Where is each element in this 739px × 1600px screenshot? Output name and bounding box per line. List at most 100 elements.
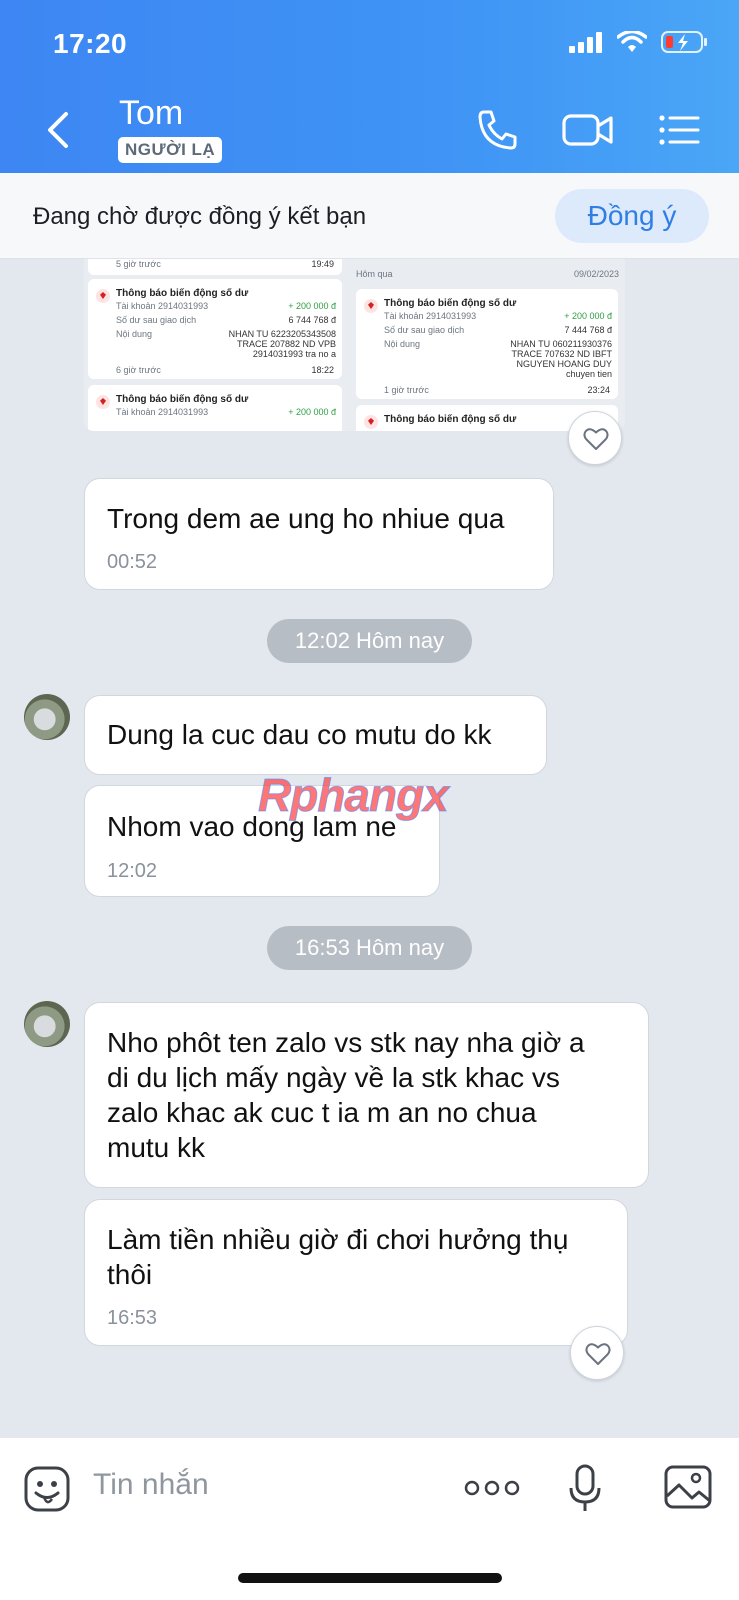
react-heart-button[interactable]: [570, 1326, 624, 1380]
message-bubble[interactable]: Làm tiền nhiều giờ đi chơi hưởng thụ thô…: [84, 1199, 628, 1346]
tx-account-row: Tài khoản 2914031993 + 200 000 đ: [116, 407, 336, 417]
microphone-icon: [569, 1464, 601, 1511]
tx-content-line: chuyen tien: [565, 369, 612, 379]
tx-account-row: Tài khoản 2914031993 + 200 000 đ: [116, 301, 336, 311]
video-call-button[interactable]: [560, 106, 616, 154]
message-bubble[interactable]: Trong dem ae ung ho nhiue qua 00:52: [84, 478, 554, 590]
tx-card-top: 5 giờ trước 19:49: [88, 259, 342, 275]
tx-card: Thông báo biến động số dư Tài khoản 2914…: [88, 385, 342, 431]
message-line: zalo khac ak cuc t ia m an no chua: [107, 1097, 537, 1128]
message-line: Nho phôt ten zalo vs stk nay nha giờ a: [107, 1027, 585, 1058]
message-time: 00:52: [107, 551, 158, 573]
voice-call-button[interactable]: [474, 106, 522, 154]
tx-amount: + 200 000 đ: [288, 301, 336, 311]
tx-content-line: TRACE 707632 ND IBFT: [511, 349, 612, 359]
more-dots-icon: [464, 1480, 520, 1496]
tx-content-label: Nội dung: [116, 329, 153, 339]
date-separator: 16:53 Hôm nay: [267, 926, 472, 970]
tx-time: 19:49: [311, 259, 334, 269]
photo-button[interactable]: [664, 1464, 712, 1510]
tx-account: Tài khoản 2914031993: [116, 407, 209, 417]
tx-column-right: Hôm qua 09/02/2023 Thông báo biến động s…: [352, 259, 625, 431]
tx-account: Tài khoản 2914031993: [384, 311, 477, 321]
tx-balance: 6 744 768 đ: [288, 315, 336, 325]
tx-balance: 7 444 768 đ: [564, 325, 612, 335]
date-separator: 12:02 Hôm nay: [267, 619, 472, 663]
chevron-left-icon: [48, 112, 68, 148]
tx-content-line: TRACE 207882 ND VPB: [236, 339, 336, 349]
tx-time-ago: 6 giờ trước: [116, 365, 161, 375]
message-time: 12:02: [107, 860, 158, 882]
tx-content-label: Nội dung: [384, 339, 421, 349]
tx-date-label: Hôm qua: [356, 269, 393, 279]
tx-balance-row: Số dư sau giao dịch 6 744 768 đ: [116, 315, 336, 325]
tx-content-line: NHAN TU 6223205343508: [228, 329, 336, 339]
react-heart-button[interactable]: [568, 411, 622, 465]
emoji-icon: [24, 1466, 70, 1512]
tx-time-ago: 5 giờ trước: [116, 259, 161, 269]
sticker-button[interactable]: [24, 1466, 70, 1512]
message-input[interactable]: Tin nhắn: [93, 1468, 209, 1502]
message-text: Dung la cuc dau co mutu do kk: [107, 719, 492, 750]
tx-column-left: 5 giờ trước 19:49 Thông báo biến động số…: [84, 259, 346, 431]
tx-title: Thông báo biến động số dư: [384, 298, 517, 309]
status-icons: [569, 30, 709, 54]
tx-amount: + 200 000 đ: [564, 311, 612, 321]
tx-account: Tài khoản 2914031993: [116, 301, 209, 311]
message-time: 16:53: [107, 1307, 158, 1329]
pending-request-text: Đang chờ được đồng ý kết bạn: [33, 203, 367, 230]
chat-header: 17:20 Tom NGƯỜI LẠ: [0, 0, 739, 173]
tx-time: 18:22: [311, 365, 334, 375]
tx-balance-row: Số dư sau giao dịch 7 444 768 đ: [384, 325, 612, 335]
friend-request-bar: Đang chờ được đồng ý kết bạn Đồng ý: [0, 173, 739, 259]
video-camera-icon: [562, 114, 613, 146]
tx-content-line: NHAN TU 060211930376: [510, 339, 612, 349]
tx-title: Thông báo biến động số dư: [116, 288, 249, 299]
bank-logo-icon: [364, 299, 378, 313]
tx-content-row: Nội dung NHAN TU 6223205343508 TRACE 207…: [116, 329, 336, 359]
tx-content-line: NGUYEN HOANG DUY: [516, 359, 612, 369]
tx-account-row: Tài khoản 2914031993 + 200 000 đ: [384, 311, 612, 321]
stranger-badge: NGƯỜI LẠ: [118, 137, 223, 163]
chat-options-button[interactable]: [656, 106, 704, 154]
image-icon: [664, 1465, 712, 1509]
tx-title: Thông báo biến động số dư: [384, 414, 517, 425]
message-text: Trong dem ae ung ho nhiue qua: [107, 503, 505, 534]
tx-card: Thông báo biến động số dư Tài khoản 2914…: [356, 289, 618, 399]
message-bubble[interactable]: Nho phôt ten zalo vs stk nay nha giờ a d…: [84, 1002, 649, 1188]
more-options-button[interactable]: [464, 1476, 520, 1500]
tx-content: NHAN TU 6223205343508 TRACE 207882 ND VP…: [229, 329, 336, 359]
watermark-logo: Rphangx: [258, 769, 450, 822]
shared-image[interactable]: 5 giờ trước 19:49 Thông báo biến động số…: [84, 259, 625, 431]
wifi-icon: [617, 31, 647, 52]
tx-card: Thông báo biến động số dư Tài khoản 2914…: [88, 279, 342, 379]
tx-content: NHAN TU 060211930376 TRACE 707632 ND IBF…: [510, 339, 612, 379]
tx-balance-label: Số dư sau giao dịch: [384, 325, 465, 335]
heart-icon: [585, 1343, 611, 1365]
tx-content-row: Nội dung NHAN TU 060211930376 TRACE 7076…: [384, 339, 612, 379]
message-text: Nho phôt ten zalo vs stk nay nha giờ a d…: [107, 1025, 585, 1165]
tx-content-line: 2914031993 tra no a: [252, 349, 336, 359]
tx-amount: + 200 000 đ: [288, 407, 336, 417]
bank-logo-icon: [96, 395, 110, 409]
message-line: thôi: [107, 1259, 153, 1290]
tx-time: 23:24: [587, 385, 610, 395]
heart-icon: [583, 428, 609, 450]
message-line: Làm tiền nhiều giờ đi chơi hưởng thụ: [107, 1224, 569, 1255]
tx-title: Thông báo biến động số dư: [116, 394, 249, 405]
status-time: 17:20: [53, 28, 128, 59]
sender-avatar[interactable]: [24, 1001, 70, 1047]
contact-name[interactable]: Tom: [119, 94, 183, 133]
message-bubble[interactable]: Dung la cuc dau co mutu do kk: [84, 695, 547, 775]
battery-icon: [661, 31, 707, 53]
tx-balance-label: Số dư sau giao dịch: [116, 315, 197, 325]
message-text: Làm tiền nhiều giờ đi chơi hưởng thụ thô…: [107, 1222, 568, 1292]
sender-avatar[interactable]: [24, 694, 70, 740]
home-indicator: [238, 1573, 502, 1583]
bank-logo-icon: [96, 289, 110, 303]
message-line: di du lịch mấy ngày về la stk khac vs: [107, 1062, 560, 1093]
voice-record-button[interactable]: [568, 1464, 602, 1514]
back-button[interactable]: [38, 108, 78, 152]
tx-time-ago: 1 giờ trước: [384, 385, 429, 395]
accept-friend-button[interactable]: Đồng ý: [555, 189, 709, 243]
